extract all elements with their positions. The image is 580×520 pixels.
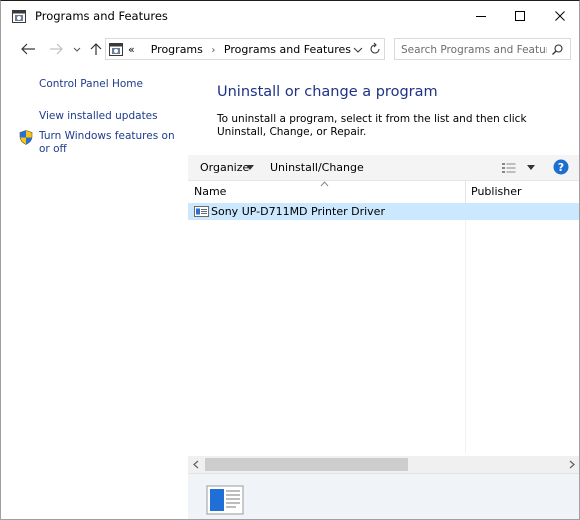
title-bar: Programs and Features: [1, 1, 579, 31]
breadcrumb-item-programs[interactable]: Programs: [151, 43, 203, 56]
back-arrow-icon[interactable]: [19, 39, 39, 59]
dropdown-arrow-icon[interactable]: [527, 165, 535, 170]
organize-button[interactable]: Organize: [200, 161, 249, 174]
minimize-icon: [476, 16, 486, 17]
column-divider[interactable]: [465, 181, 466, 203]
column-header-publisher[interactable]: Publisher: [471, 185, 522, 198]
horizontal-scrollbar[interactable]: [188, 456, 580, 473]
chevron-down-icon[interactable]: [352, 43, 364, 57]
shield-icon: [19, 130, 33, 145]
scroll-left-icon[interactable]: [188, 456, 205, 473]
details-pane: [188, 473, 579, 519]
breadcrumb: « Programs › Programs and Features: [128, 43, 351, 56]
navigation-bar: « Programs › Programs and Features: [1, 35, 579, 63]
minimize-button[interactable]: [459, 1, 503, 31]
breadcrumb-overflow[interactable]: «: [128, 43, 135, 56]
program-name: Sony UP-D711MD Printer Driver: [211, 205, 385, 218]
help-icon[interactable]: ?: [553, 159, 569, 175]
control-panel-icon: [12, 10, 26, 23]
list-header: Name Publisher: [188, 181, 579, 203]
svg-text:?: ?: [558, 161, 564, 174]
up-arrow-icon[interactable]: [87, 39, 105, 59]
maximize-button[interactable]: [498, 1, 542, 31]
window-title: Programs and Features: [35, 9, 168, 23]
address-bar[interactable]: « Programs › Programs and Features: [105, 38, 385, 60]
forward-arrow-icon[interactable]: [46, 39, 66, 59]
program-icon: [194, 206, 209, 217]
maximize-icon: [515, 11, 525, 21]
program-icon: [206, 485, 244, 515]
uninstall-change-button[interactable]: Uninstall/Change: [270, 161, 364, 174]
command-bar: Organize Uninstall/Change ?: [188, 155, 579, 181]
dropdown-arrow-icon[interactable]: [246, 165, 254, 170]
search-input[interactable]: [401, 42, 547, 57]
details-view-icon[interactable]: [501, 161, 517, 175]
scroll-right-icon[interactable]: [563, 456, 580, 473]
control-panel-home-link[interactable]: Control Panel Home: [39, 78, 143, 90]
turn-windows-features-link[interactable]: Turn Windows features on or off: [39, 130, 181, 156]
refresh-icon[interactable]: [368, 42, 382, 56]
sort-ascending-icon: [320, 181, 329, 187]
table-row[interactable]: Sony UP-D711MD Printer Driver: [188, 203, 579, 220]
control-panel-icon: [109, 43, 123, 56]
search-icon[interactable]: [551, 43, 564, 56]
page-description: To uninstall a program, select it from t…: [217, 113, 527, 138]
breadcrumb-separator: ›: [211, 45, 216, 56]
chevron-down-icon[interactable]: [71, 40, 83, 58]
programs-and-features-window: Programs and Features « Programs › Progr…: [0, 0, 580, 520]
column-header-name[interactable]: Name: [194, 185, 226, 198]
search-box[interactable]: [394, 38, 571, 60]
breadcrumb-item-programs-and-features[interactable]: Programs and Features: [224, 43, 351, 56]
page-title: Uninstall or change a program: [217, 84, 438, 100]
column-divider-line: [465, 203, 466, 453]
close-icon: [555, 11, 565, 21]
scrollbar-thumb[interactable]: [205, 458, 408, 471]
close-button[interactable]: [538, 1, 579, 31]
view-installed-updates-link[interactable]: View installed updates: [39, 110, 158, 122]
left-pane: Control Panel Home View installed update…: [1, 65, 185, 519]
